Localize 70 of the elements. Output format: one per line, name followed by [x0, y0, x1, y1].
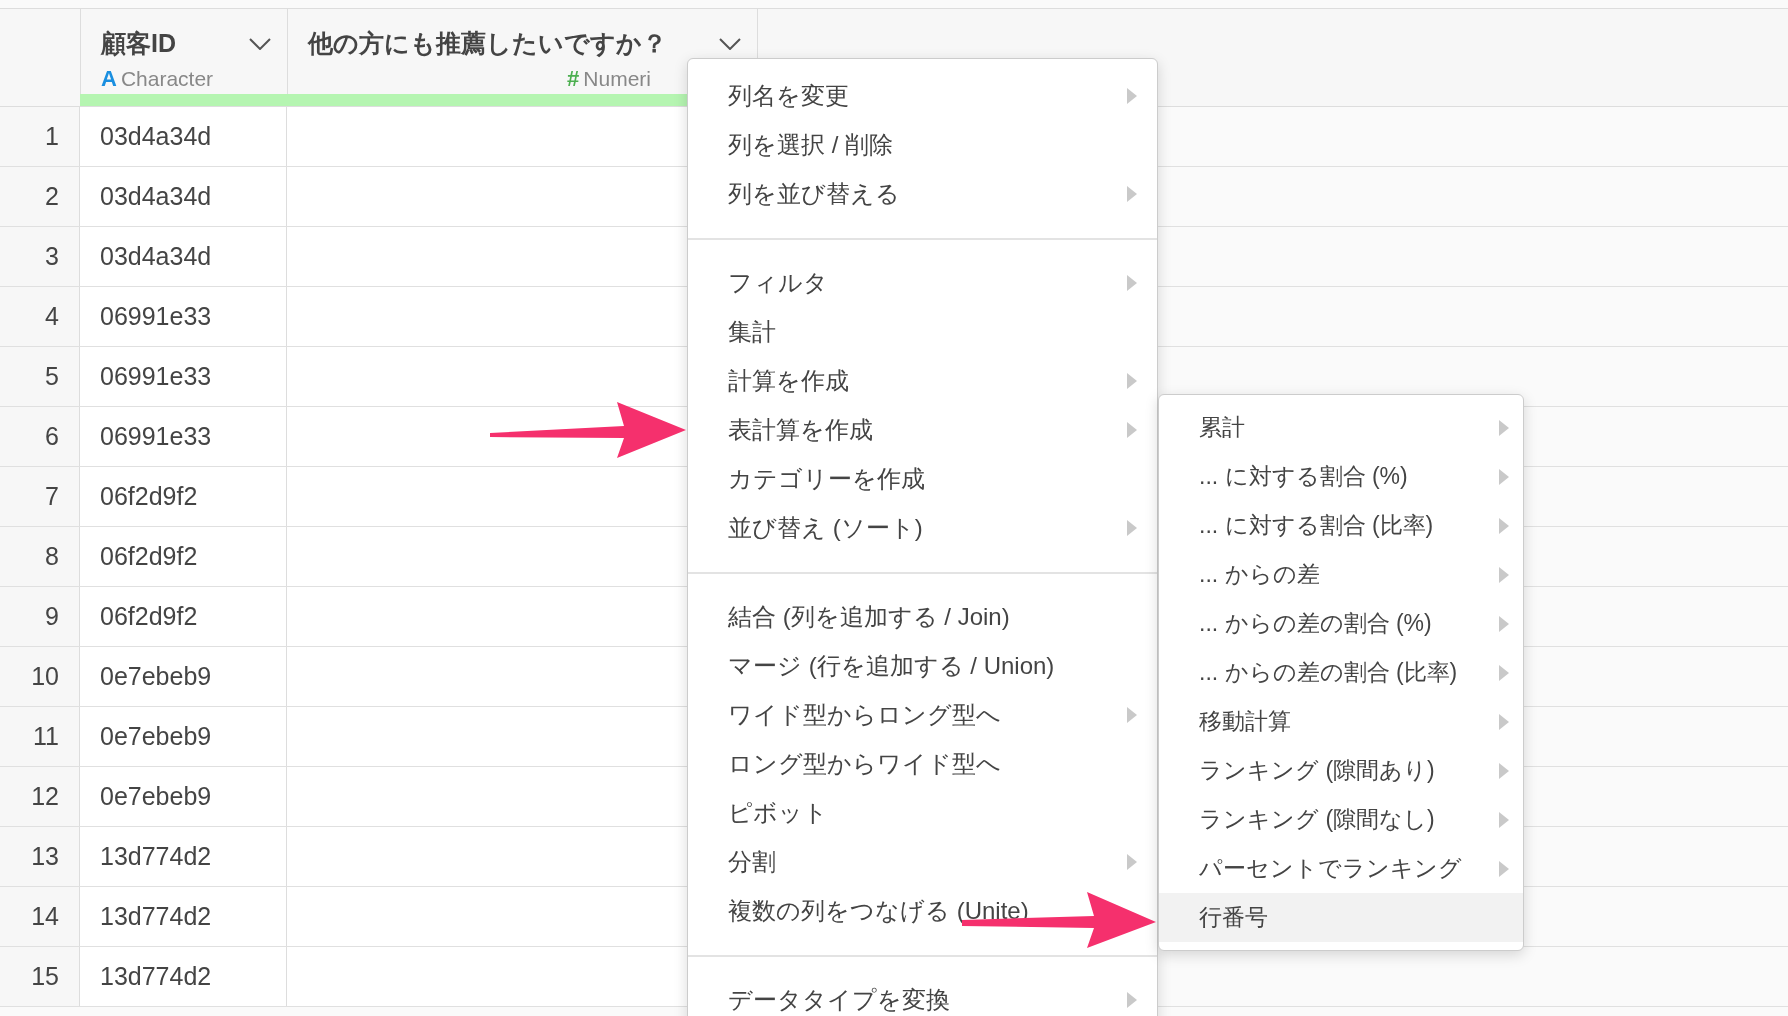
menu-item[interactable]: 分割	[688, 837, 1157, 886]
submenu-arrow-icon	[1499, 811, 1509, 828]
menu-item[interactable]: ランキング (隙間あり)	[1159, 746, 1523, 795]
table-cell: 03d4a34d	[80, 227, 287, 286]
chevron-down-icon[interactable]	[719, 37, 741, 50]
submenu-arrow-icon	[1499, 762, 1509, 779]
table-cell: 06991e33	[80, 407, 287, 466]
menu-item[interactable]: 列を並び替える	[688, 169, 1157, 218]
submenu-arrow-icon	[1499, 860, 1509, 877]
menu-item[interactable]: ... からの差	[1159, 550, 1523, 599]
menu-item[interactable]: ... からの差の割合 (%)	[1159, 599, 1523, 648]
menu-item[interactable]: 列を選択 / 削除	[688, 120, 1157, 169]
table-cell: 06991e33	[80, 347, 287, 406]
table-cell: 03d4a34d	[80, 167, 287, 226]
menu-item[interactable]: 計算を作成	[688, 356, 1157, 405]
submenu-arrow-icon	[1499, 468, 1509, 485]
submenu-arrow-icon	[1127, 372, 1137, 389]
table-cell: 06991e33	[80, 287, 287, 346]
submenu-arrow-icon	[1127, 185, 1137, 202]
menu-item[interactable]: マージ (行を追加する / Union)	[688, 641, 1157, 690]
menu-item[interactable]: 並び替え (ソート)	[688, 503, 1157, 552]
menu-item[interactable]: 結合 (列を追加する / Join)	[688, 592, 1157, 641]
menu-item[interactable]: フィルタ	[688, 258, 1157, 307]
menu-item[interactable]: 累計	[1159, 403, 1523, 452]
table-cell: 13d774d2	[80, 827, 287, 886]
submenu-arrow-icon	[1127, 991, 1137, 1008]
table-cell: 06f2d9f2	[80, 467, 287, 526]
menu-item[interactable]: ... に対する割合 (比率)	[1159, 501, 1523, 550]
submenu-arrow-icon	[1127, 421, 1137, 438]
menu-item[interactable]: データタイプを変換	[688, 975, 1157, 1016]
menu-item[interactable]: カテゴリーを作成	[688, 454, 1157, 503]
menu-item[interactable]: 列名を変更	[688, 71, 1157, 120]
menu-item[interactable]: 移動計算	[1159, 697, 1523, 746]
submenu-arrow-icon	[1499, 615, 1509, 632]
table-cell: 13d774d2	[80, 947, 287, 1006]
menu-item[interactable]: ランキング (隙間なし)	[1159, 795, 1523, 844]
table-cell: 13d774d2	[80, 887, 287, 946]
submenu-arrow-icon	[1499, 517, 1509, 534]
menu-item[interactable]: ピボット	[688, 788, 1157, 837]
menu-item[interactable]: ワイド型からロング型へ	[688, 690, 1157, 739]
submenu-arrow-icon	[1127, 274, 1137, 291]
submenu-arrow-icon	[1499, 713, 1509, 730]
column-type: Numeri	[583, 67, 651, 91]
menu-item[interactable]: パーセントでランキング	[1159, 844, 1523, 893]
submenu-arrow-icon	[1127, 706, 1137, 723]
table-cell: 0e7ebeb9	[80, 707, 287, 766]
column-name: 顧客ID	[101, 28, 176, 59]
chevron-down-icon[interactable]	[249, 37, 271, 50]
menu-item[interactable]: 行番号	[1159, 893, 1523, 942]
column-type: Character	[120, 67, 214, 91]
menu-item[interactable]: 表計算を作成	[688, 405, 1157, 454]
submenu-arrow-icon	[1499, 664, 1509, 681]
type-icon: A	[101, 66, 117, 92]
submenu-arrow-icon	[1499, 566, 1509, 583]
column-name: 他の方にも推薦したいですか？	[308, 28, 667, 59]
submenu-arrow-icon	[1127, 519, 1137, 536]
menu-item[interactable]: ロング型からワイド型へ	[688, 739, 1157, 788]
menu-item[interactable]: 複数の列をつなげる (Unite)	[688, 886, 1157, 935]
menu-item[interactable]: ... に対する割合 (%)	[1159, 452, 1523, 501]
menu-item[interactable]: 集計	[688, 307, 1157, 356]
table-cell: 06f2d9f2	[80, 587, 287, 646]
type-icon: #	[567, 66, 580, 92]
table-cell: 03d4a34d	[80, 107, 287, 166]
submenu-arrow-icon	[1499, 419, 1509, 436]
table-cell: 0e7ebeb9	[80, 647, 287, 706]
table-cell: 06f2d9f2	[80, 527, 287, 586]
submenu-arrow-icon	[1127, 87, 1137, 104]
table-cell: 0e7ebeb9	[80, 767, 287, 826]
menu-item[interactable]: ... からの差の割合 (比率)	[1159, 648, 1523, 697]
submenu-arrow-icon	[1127, 853, 1137, 870]
